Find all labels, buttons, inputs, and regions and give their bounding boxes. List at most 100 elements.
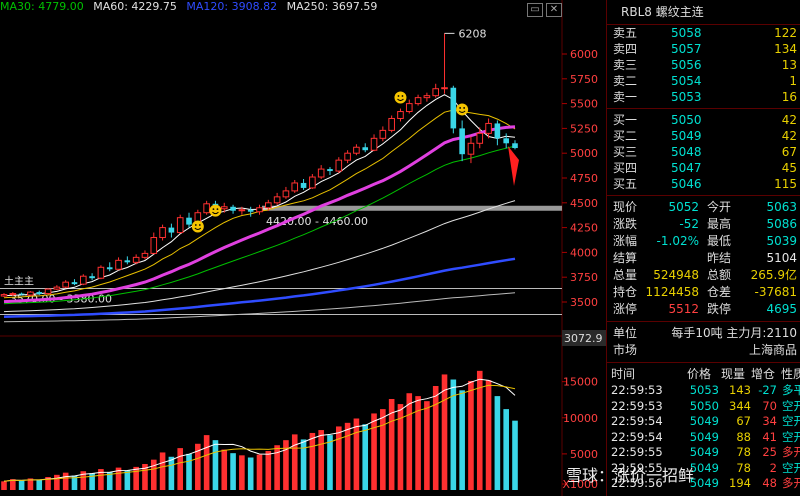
expand-icon[interactable]: ▭	[527, 3, 543, 17]
candle-body	[335, 159, 343, 172]
bid-price: 5049	[671, 129, 702, 143]
volume-bar	[133, 466, 139, 490]
volume-tick-label: 15000	[563, 376, 598, 389]
bid-row[interactable]: 买三 5048 67	[607, 144, 800, 160]
volume-bar	[494, 396, 501, 490]
tick-col-nature: 性质	[780, 367, 800, 381]
tick-row[interactable]: 22:59:53 5050 344 70 空开	[607, 399, 800, 415]
quote-value: 5063	[766, 200, 797, 214]
unit-row: 单位 每手10吨 主力月:2110	[607, 325, 800, 342]
ma-legend: MA30: 4779.00 MA60: 4229.75 MA120: 3908.…	[0, 0, 560, 18]
smiley-eye	[194, 224, 197, 226]
candle-body	[273, 196, 281, 204]
price-tick-label: 3750	[570, 271, 598, 284]
volume-bar	[432, 386, 439, 490]
candle-body	[379, 129, 387, 139]
candle-body	[327, 169, 333, 172]
tick-volume: 143	[729, 383, 751, 397]
tick-change: -27	[758, 383, 777, 397]
divider	[607, 108, 800, 109]
quote-value: 5086	[766, 217, 797, 231]
smiley-icon	[191, 220, 204, 233]
bid-row[interactable]: 买四 5047 45	[607, 160, 800, 176]
bid-book: 买一 5050 42 买二 5049 42 买三 5048 67 买四 5047 45 买五 50…	[607, 112, 800, 192]
smiley-eye	[198, 224, 201, 226]
kline-chart[interactable]: 6000 5750 5500 5250 5000 4750 4500 4250 4000 3750…	[0, 0, 606, 496]
price-tick-label: 5000	[570, 147, 598, 160]
candle-body	[89, 276, 95, 279]
volume-panel: 15000100005000X1000	[1, 370, 598, 491]
high-label: 6208	[459, 27, 487, 40]
tick-change: 48	[762, 476, 777, 490]
candles	[0, 33, 518, 298]
tick-nature: 空开	[782, 398, 800, 413]
volume-bar	[1, 481, 7, 490]
bid-row[interactable]: 买二 5049 42	[607, 128, 800, 144]
ask-price: 5054	[671, 74, 702, 88]
candle-body	[141, 252, 149, 258]
tick-row[interactable]: 22:59:54 5049 88 41 空开	[607, 430, 800, 446]
candle-body	[44, 288, 52, 295]
candle-body	[282, 190, 290, 198]
tick-col-time: 时间	[611, 367, 636, 381]
volume-bar	[335, 426, 342, 490]
tick-volume: 67	[736, 414, 751, 428]
quote-value: -1.02%	[656, 234, 699, 248]
ask-row[interactable]: 卖四 5057 134	[607, 41, 800, 57]
ask-volume: 122	[774, 26, 797, 40]
ask-price: 5056	[671, 58, 702, 72]
smiley-icon	[456, 103, 469, 116]
divider	[607, 362, 800, 363]
volume-bar	[247, 457, 254, 490]
close-icon[interactable]: ✕	[546, 3, 562, 17]
volume-bar	[468, 380, 474, 490]
bid-row[interactable]: 买五 5046 115	[607, 176, 800, 192]
tick-time: 22:59:55	[611, 445, 663, 459]
bid-label: 买四	[613, 161, 638, 175]
ma60-label: MA60: 4229.75	[93, 0, 177, 13]
ask-row[interactable]: 卖五 5058 122	[607, 25, 800, 41]
bid-row[interactable]: 买一 5050 42	[607, 112, 800, 128]
bid-volume: 42	[781, 129, 797, 143]
tick-change: 25	[762, 445, 777, 459]
ma30-label: MA30: 4779.00	[0, 0, 84, 13]
tick-col-price: 价格	[686, 367, 711, 381]
volume-bar	[318, 430, 324, 490]
ask-row[interactable]: 卖二 5054 1	[607, 73, 800, 89]
quote-label: 总量	[613, 268, 638, 282]
unit-value: 每手10吨 主力月:2110	[671, 326, 797, 340]
tick-row[interactable]: 22:59:54 5049 67 34 空开	[607, 414, 800, 430]
candle-body	[168, 227, 175, 233]
candle-body	[423, 95, 431, 99]
tick-change: 41	[762, 429, 777, 444]
tick-time: 22:59:53	[611, 398, 663, 413]
candle-body	[230, 206, 236, 211]
quote-label: 持仓	[613, 285, 638, 299]
bid-label: 买三	[613, 145, 638, 159]
candle-body	[97, 266, 105, 279]
ask-label: 卖一	[613, 90, 638, 104]
candle-body	[124, 260, 131, 263]
volume-bar	[291, 434, 298, 490]
tick-row[interactable]: 22:59:55 5049 78 25 多开	[607, 445, 800, 461]
ask-row[interactable]: 卖一 5053 16	[607, 89, 800, 105]
bid-price: 5046	[671, 177, 702, 191]
ask-row[interactable]: 卖三 5056 13	[607, 57, 800, 73]
divider	[607, 195, 800, 196]
ma120-label: MA120: 3908.82	[186, 0, 278, 13]
quote-label: 今开	[707, 200, 732, 214]
red-arrow-icon	[508, 146, 519, 186]
tick-nature: 多开	[782, 445, 800, 459]
volume-bar	[406, 393, 413, 490]
volume-bar	[221, 449, 228, 490]
volume-bar	[397, 404, 404, 490]
tick-row[interactable]: 22:59:53 5053 143 -27 多平	[607, 383, 800, 399]
candle-body	[476, 132, 484, 144]
tick-volume: 88	[736, 429, 751, 444]
tick-volume: 194	[729, 476, 751, 490]
volume-bar	[150, 459, 157, 490]
volume-bar	[203, 435, 210, 490]
tick-nature: 多开	[782, 476, 800, 490]
tick-volume: 344	[729, 398, 751, 413]
candle-body	[317, 168, 325, 178]
